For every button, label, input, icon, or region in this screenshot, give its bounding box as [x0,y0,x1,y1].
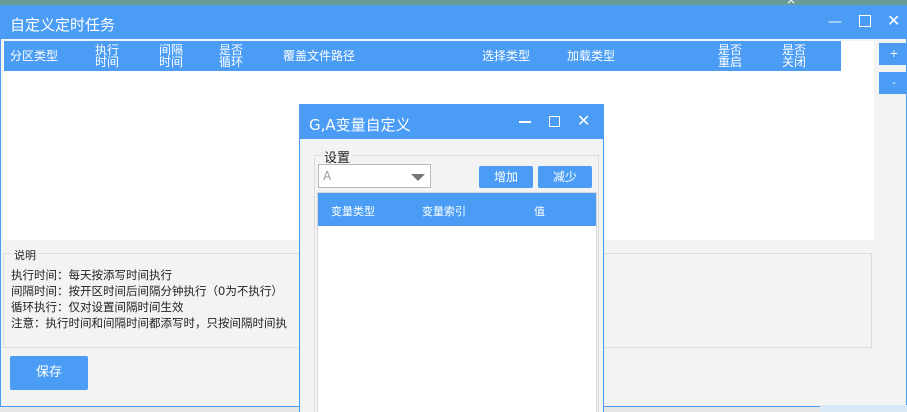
column-header[interactable]: 分区类型 [10,41,58,71]
variable-grid-header: 变量类型 变量索引 值 [318,193,596,226]
bottom-strip [820,405,907,412]
description-line: 间隔时间：按开区时间后间隔分钟执行（0为不执行） [11,284,283,298]
minimize-icon[interactable] [519,121,531,123]
description-legend: 说明 [12,247,38,263]
remove-row-button[interactable]: - [879,72,907,94]
description-line: 循环执行：仅对设置间隔时间生效 [11,300,184,314]
dialog-title-bar: G,A变量自定义 ✕ [300,105,603,139]
task-grid-header: 分区类型 执行时间 间隔时间 是否循环 覆盖文件路径 选择类型 加载类型 是否重… [4,41,841,71]
column-header[interactable]: 值 [534,203,545,219]
variable-grid[interactable]: 变量类型 变量索引 值 [317,192,597,412]
maximize-icon[interactable] [859,15,871,27]
description-line: 注意：执行时间和间隔时间都添写时，只按间隔时间执 [11,316,287,330]
variable-dialog: G,A变量自定义 ✕ 设置 A 增加 减少 变量类型 变量索引 值 [299,104,604,412]
description-line: 执行时间：每天按添写时间执行 [11,268,172,282]
column-header[interactable]: 执行时间 [95,41,125,71]
column-header[interactable]: 覆盖文件路径 [283,41,355,71]
main-title-bar: 自定义定时任务 — ✕ [1,6,906,39]
add-variable-button[interactable]: 增加 [479,166,533,188]
reduce-variable-button[interactable]: 减少 [538,166,592,188]
column-header[interactable]: 变量索引 [422,203,466,219]
window-title: 自定义定时任务 [10,16,116,34]
save-button[interactable]: 保存 [10,356,88,390]
column-header[interactable]: 加载类型 [567,41,615,71]
maximize-icon[interactable] [549,116,560,127]
dialog-title: G,A变量自定义 [309,116,411,134]
column-header[interactable]: 是否重启 [718,41,748,71]
column-header[interactable]: 是否循环 [219,41,249,71]
select-value: A [323,169,332,183]
minimize-icon[interactable]: — [828,15,842,29]
close-icon[interactable]: ✕ [887,13,900,29]
dropdown-arrow-icon[interactable] [411,174,425,181]
column-header[interactable]: 是否关闭 [782,41,812,71]
column-header[interactable]: 选择类型 [482,41,530,71]
column-header[interactable]: 间隔时间 [159,41,189,71]
add-row-button[interactable]: + [879,43,907,65]
variable-type-select[interactable]: A [318,164,431,188]
column-header[interactable]: 变量类型 [331,203,375,219]
close-icon[interactable]: ✕ [577,113,590,129]
